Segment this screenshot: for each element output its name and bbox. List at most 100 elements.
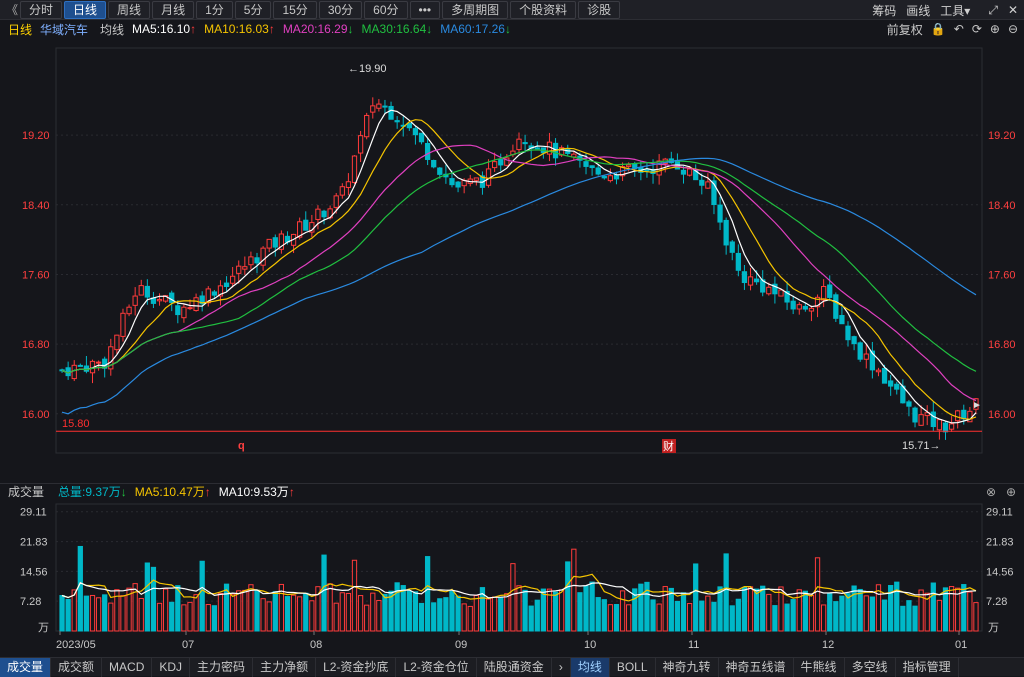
- candle-body: [156, 298, 163, 302]
- indicator-tab[interactable]: 神奇九转: [656, 657, 719, 677]
- indicator-tab[interactable]: ›: [552, 657, 571, 677]
- adjust-dropdown[interactable]: 前复权: [887, 21, 923, 38]
- indicator-tab[interactable]: 主力密码: [190, 657, 254, 677]
- zoom-in-icon[interactable]: ⊕: [990, 22, 1000, 36]
- indicator-tab[interactable]: KDJ: [152, 657, 191, 677]
- indicator-tab[interactable]: 均线: [570, 657, 610, 677]
- candle-body: [894, 383, 900, 390]
- stock-name[interactable]: 华域汽车: [40, 21, 88, 38]
- candle-body: [498, 159, 504, 166]
- volume-legend: 成交量 总量:9.37万↓ MA5:10.47万↑ MA10:9.53万↑ ⊗ …: [0, 483, 1024, 499]
- period-tab[interactable]: 多周期图: [442, 0, 509, 19]
- period-tab[interactable]: •••: [409, 0, 441, 19]
- close-icon[interactable]: ✕: [1008, 3, 1018, 17]
- indicator-tab[interactable]: MACD: [102, 657, 153, 677]
- candle-body: [796, 304, 802, 310]
- price-tick-right: 16.80: [988, 339, 1016, 351]
- candles: [59, 97, 979, 440]
- kline-chart[interactable]: 19.20 19.20 18.40 18.40 17.60 17.60 16.80 16.80…: [0, 38, 1024, 657]
- ma20-arrow-down-icon: ↓: [347, 22, 354, 36]
- volume-bars: [59, 545, 979, 632]
- period-tab[interactable]: 月线: [152, 0, 195, 19]
- finance-marker: 财: [663, 439, 674, 453]
- volume-title: 成交量: [8, 485, 45, 499]
- indicator-tab[interactable]: L2-资金抄底: [316, 657, 397, 677]
- candle-body: [875, 369, 882, 373]
- period-tab[interactable]: 1分: [196, 0, 233, 19]
- period-toolbar: 《 分时 日线 周线 月线 1分 5分 15分 30分 60分 ••• 多周期图 个股资料 诊股 筹码 …: [0, 0, 1024, 20]
- draw-line-button[interactable]: 画线: [906, 2, 930, 19]
- candle-body: [833, 294, 839, 319]
- period-tab[interactable]: 诊股: [578, 0, 621, 19]
- volume-bar: [394, 582, 400, 632]
- candle-body: [418, 132, 425, 143]
- volume-tick-right: 14.56: [986, 566, 1014, 578]
- indicator-tab[interactable]: BOLL: [610, 657, 656, 677]
- candle-body: [193, 297, 199, 312]
- candle-body: [303, 219, 309, 231]
- volume-bar: [193, 594, 199, 632]
- period-tab[interactable]: 15分: [273, 0, 317, 19]
- volume-bar: [760, 585, 766, 632]
- period-tab[interactable]: 日线: [64, 0, 107, 19]
- volume-bar: [431, 602, 437, 632]
- volume-bar: [802, 590, 808, 632]
- volume-bar: [559, 589, 565, 632]
- period-tab[interactable]: 周线: [108, 0, 151, 19]
- candle-body: [315, 208, 321, 220]
- period-tabs: 分时 日线 周线 月线 1分 5分 15分 30分 60分 ••• 多周期图 个股资料 诊股: [18, 0, 621, 19]
- event-marker: q: [238, 440, 245, 452]
- period-tab[interactable]: 30分: [318, 0, 363, 19]
- period-tab[interactable]: 5分: [234, 0, 272, 19]
- undo-icon[interactable]: ↶: [954, 22, 964, 36]
- lock-icon[interactable]: 🔒: [931, 22, 946, 36]
- candle-body: [364, 114, 370, 138]
- tools-button[interactable]: 工具▾: [940, 2, 970, 19]
- indicator-tab[interactable]: 成交量: [0, 657, 52, 677]
- chips-button[interactable]: 筹码: [872, 2, 896, 19]
- candle-body: [845, 325, 851, 341]
- volume-close-icon[interactable]: ⊗: [986, 485, 996, 499]
- volume-bar: [869, 596, 876, 632]
- indicator-tab[interactable]: 成交额: [51, 657, 103, 677]
- candle-body: [357, 135, 364, 154]
- period-tab[interactable]: 分时: [20, 0, 63, 19]
- volume-bar: [766, 593, 772, 632]
- volume-bar: [711, 601, 717, 632]
- volume-bar: [400, 585, 406, 632]
- candle-body: [863, 353, 869, 360]
- candle-body: [906, 401, 912, 407]
- candle-body: [254, 257, 260, 264]
- candle-body: [114, 334, 120, 351]
- candle-body: [881, 367, 888, 384]
- indicator-tab[interactable]: L2-资金仓位: [396, 657, 477, 677]
- volume-bar: [199, 560, 205, 632]
- indicator-tab[interactable]: 主力净额: [253, 657, 317, 677]
- volume-bar: [821, 604, 827, 632]
- volume-bar: [449, 590, 455, 632]
- volume-bar: [443, 597, 449, 632]
- refresh-icon[interactable]: ⟳: [972, 22, 982, 36]
- volume-bar: [528, 605, 534, 632]
- expand-icon[interactable]: ⤢: [988, 3, 998, 18]
- volume-expand-icon[interactable]: ⊕: [1006, 485, 1016, 499]
- candle-body: [918, 414, 924, 426]
- indicator-tab[interactable]: 神奇五线谱: [719, 657, 794, 677]
- x-tick-label: 09: [455, 639, 467, 651]
- volume-bar: [333, 602, 339, 632]
- indicator-tab[interactable]: 陆股通资金: [477, 657, 552, 677]
- volume-bar: [473, 595, 479, 632]
- period-tab[interactable]: 个股资料: [510, 0, 577, 19]
- indicator-tab[interactable]: 多空线: [845, 657, 896, 677]
- zoom-out-icon[interactable]: ⊖: [1008, 22, 1018, 36]
- volume-bar: [827, 593, 833, 632]
- collapse-icon[interactable]: 《: [6, 1, 18, 18]
- volume-bar: [504, 593, 510, 632]
- candle-body: [729, 241, 735, 253]
- period-tab[interactable]: 60分: [364, 0, 408, 19]
- indicator-tab[interactable]: 指标管理: [896, 657, 959, 677]
- candle-body: [455, 181, 461, 188]
- avg-label[interactable]: 均线: [100, 21, 124, 38]
- volume-bar: [187, 601, 193, 632]
- indicator-tab[interactable]: 牛熊线: [794, 657, 845, 677]
